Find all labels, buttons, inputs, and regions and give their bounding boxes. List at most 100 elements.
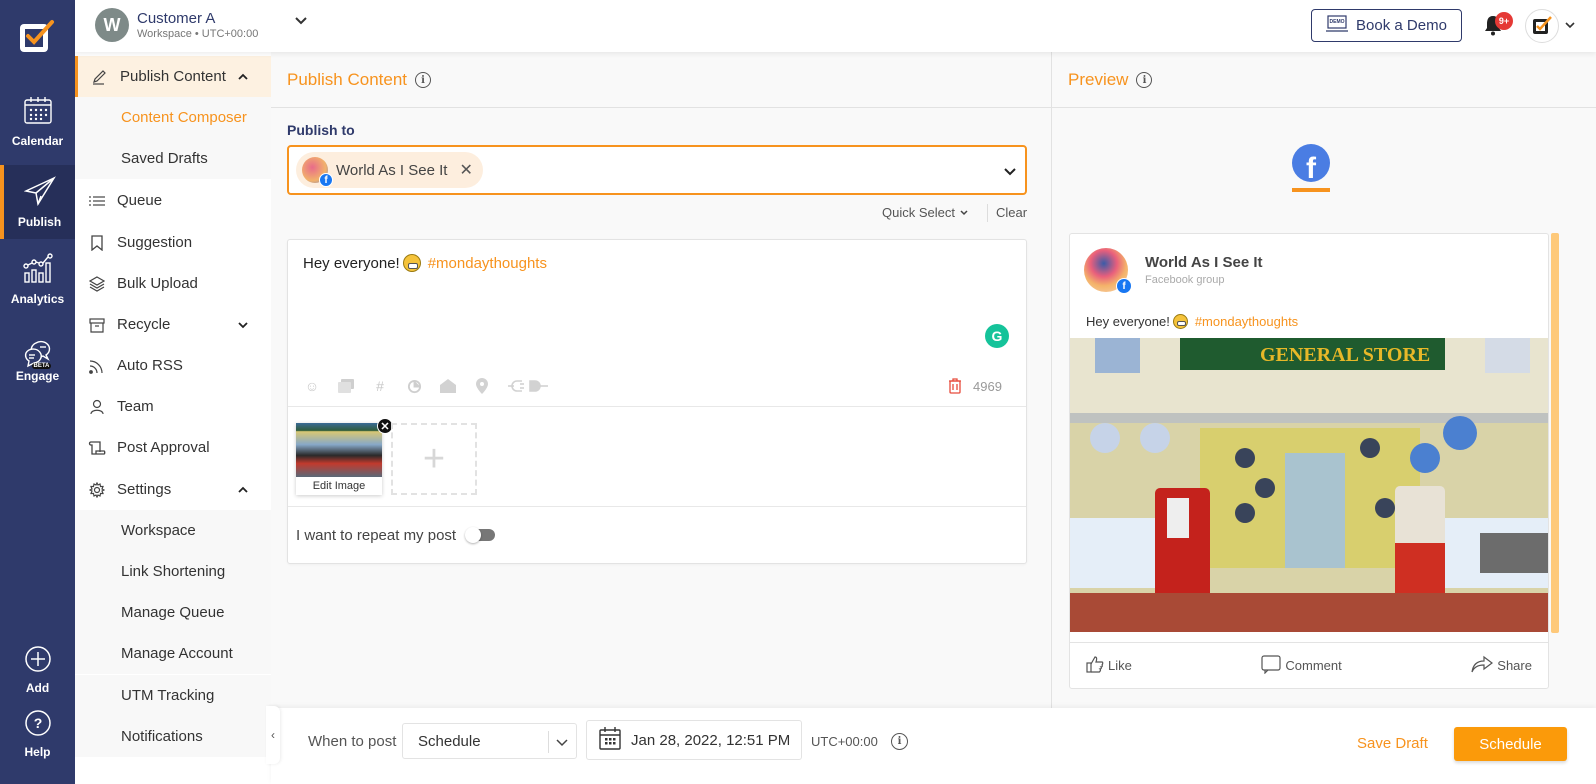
schedule-datetime-field[interactable]: Jan 28, 2022, 12:51 PM bbox=[586, 720, 802, 760]
bookmark-icon bbox=[87, 234, 107, 251]
workspace-avatar[interactable]: W bbox=[95, 8, 129, 42]
menu-link-shortening[interactable]: Link Shortening bbox=[75, 551, 271, 592]
clear-button[interactable]: Clear bbox=[996, 205, 1027, 220]
when-to-post-select[interactable]: Schedule bbox=[402, 723, 577, 759]
rail-item-publish[interactable]: Publish bbox=[0, 165, 75, 239]
preview-scrollbar[interactable] bbox=[1551, 233, 1559, 633]
divider bbox=[288, 406, 1026, 407]
share-action[interactable]: Share bbox=[1471, 655, 1532, 676]
image-icon[interactable] bbox=[338, 378, 354, 394]
facebook-tab-icon[interactable]: f bbox=[1292, 144, 1330, 182]
schedule-datetime-value: Jan 28, 2022, 12:51 PM bbox=[631, 731, 791, 749]
post-avatar: f bbox=[1084, 248, 1132, 294]
account-chip[interactable]: f World As I See It ✕ bbox=[296, 152, 483, 188]
add-media-button[interactable]: + bbox=[391, 423, 477, 495]
menu-auto-rss[interactable]: Auto RSS bbox=[75, 345, 271, 386]
menu-manage-account[interactable]: Manage Account bbox=[75, 633, 271, 674]
quick-select-dropdown[interactable]: Quick Select bbox=[882, 205, 969, 220]
when-to-post-value: Schedule bbox=[418, 733, 481, 750]
facebook-icon: f bbox=[319, 173, 333, 187]
menu-queue[interactable]: Queue bbox=[75, 180, 271, 221]
menu-bulk-upload[interactable]: Bulk Upload bbox=[75, 263, 271, 304]
post-editor[interactable]: Hey everyone! #mondaythoughts G ☺ # 4969… bbox=[287, 239, 1027, 564]
chevron-up-icon bbox=[237, 482, 249, 499]
location-pin-icon[interactable] bbox=[474, 378, 490, 394]
paper-plane-icon bbox=[23, 175, 56, 215]
post-text-input[interactable]: Hey everyone! #mondaythoughts bbox=[303, 254, 547, 272]
menu-notifications[interactable]: Notifications bbox=[75, 716, 271, 757]
timezone-label: UTC+00:00 bbox=[811, 734, 878, 749]
rail-item-engage[interactable]: BETA Engage bbox=[0, 324, 75, 398]
trash-icon[interactable] bbox=[948, 378, 962, 399]
emoji-icon[interactable]: ☺ bbox=[304, 378, 320, 394]
menu-label: Post Approval bbox=[117, 439, 210, 456]
menu-label: Suggestion bbox=[117, 234, 193, 251]
menu-saved-drafts[interactable]: Saved Drafts bbox=[75, 138, 271, 179]
user-icon bbox=[87, 399, 107, 415]
menu-manage-queue[interactable]: Manage Queue bbox=[75, 592, 271, 633]
publish-to-select[interactable]: f World As I See It ✕ bbox=[287, 145, 1027, 195]
book-demo-button[interactable]: DEMO Book a Demo bbox=[1311, 9, 1462, 42]
comment-action[interactable]: Comment bbox=[1261, 654, 1342, 677]
composer-pane: Publish Content i Publish to f World As … bbox=[271, 52, 1051, 708]
chevron-down-icon bbox=[237, 317, 249, 334]
menu-content-composer[interactable]: Content Composer bbox=[75, 97, 271, 138]
plug-connector-icon[interactable] bbox=[508, 378, 548, 394]
menu-post-approval[interactable]: Post Approval bbox=[75, 427, 271, 468]
menu-suggestion[interactable]: Suggestion bbox=[75, 222, 271, 263]
account-avatar[interactable] bbox=[1525, 9, 1559, 43]
calendar-icon bbox=[23, 95, 53, 134]
envelope-open-icon[interactable] bbox=[440, 378, 456, 394]
edit-image-link[interactable]: Edit Image bbox=[296, 480, 382, 492]
chat-bubbles-icon: BETA bbox=[22, 339, 54, 369]
schedule-button[interactable]: Schedule bbox=[1454, 727, 1567, 761]
active-tab-indicator bbox=[1292, 188, 1330, 192]
menu-publish-content[interactable]: Publish Content bbox=[75, 56, 271, 97]
info-icon[interactable]: i bbox=[1136, 72, 1153, 88]
rail-item-calendar[interactable]: Calendar bbox=[0, 84, 75, 158]
rail-label-help: Help bbox=[24, 744, 51, 759]
rail-label-add: Add bbox=[25, 680, 50, 695]
post-account-type: Facebook group bbox=[1145, 274, 1225, 286]
hashtag-icon[interactable]: # bbox=[372, 378, 388, 394]
repeat-post-toggle[interactable] bbox=[465, 527, 495, 543]
menu-settings[interactable]: Settings bbox=[75, 469, 271, 510]
list-icon bbox=[87, 195, 107, 207]
app-logo[interactable] bbox=[18, 18, 56, 54]
post-text: Hey everyone! bbox=[303, 254, 400, 272]
book-demo-label: Book a Demo bbox=[1356, 17, 1447, 34]
workspace-chevron-down-icon[interactable] bbox=[293, 12, 309, 28]
notification-badge: 9+ bbox=[1495, 12, 1513, 30]
pencil-icon bbox=[90, 69, 110, 85]
like-action[interactable]: Like bbox=[1086, 655, 1132, 676]
divider bbox=[288, 506, 1026, 507]
chevron-down-icon bbox=[555, 735, 569, 753]
rail-item-help[interactable]: ? Help bbox=[0, 704, 75, 764]
save-draft-button[interactable]: Save Draft bbox=[1357, 735, 1428, 752]
chevron-down-icon[interactable] bbox=[1003, 164, 1017, 182]
analytics-icon bbox=[22, 252, 54, 292]
info-icon[interactable]: i bbox=[415, 72, 432, 88]
pie-chart-icon[interactable] bbox=[406, 378, 422, 394]
menu-team[interactable]: Team bbox=[75, 386, 271, 427]
menu-recycle[interactable]: Recycle bbox=[75, 304, 271, 345]
gear-icon bbox=[87, 481, 107, 498]
demo-monitor-icon: DEMO bbox=[1326, 14, 1349, 37]
rail-item-analytics[interactable]: Analytics bbox=[0, 242, 75, 316]
collapse-sidebar-button[interactable]: ‹ bbox=[266, 706, 280, 764]
divider bbox=[271, 107, 1051, 108]
remove-chip-close-icon[interactable]: ✕ bbox=[459, 160, 472, 180]
info-icon[interactable]: i bbox=[891, 733, 908, 750]
menu-workspace[interactable]: Workspace bbox=[75, 510, 271, 551]
bottom-bar: When to post Schedule Jan 28, 2022, 12:5… bbox=[271, 708, 1596, 784]
menu-label: Publish Content bbox=[120, 68, 226, 85]
rail-item-add[interactable]: Add bbox=[0, 640, 75, 700]
rail-label-publish: Publish bbox=[17, 214, 62, 229]
grammarly-icon[interactable]: G bbox=[985, 324, 1009, 348]
workspace-name[interactable]: Customer A bbox=[137, 10, 215, 27]
chevron-down-icon bbox=[959, 205, 969, 220]
account-chevron-down-icon[interactable] bbox=[1564, 18, 1576, 36]
menu-utm-tracking[interactable]: UTM Tracking bbox=[75, 675, 271, 716]
editor-toolbar: ☺ # bbox=[304, 378, 548, 394]
media-thumbnail[interactable]: Edit Image ✕ bbox=[296, 418, 393, 495]
